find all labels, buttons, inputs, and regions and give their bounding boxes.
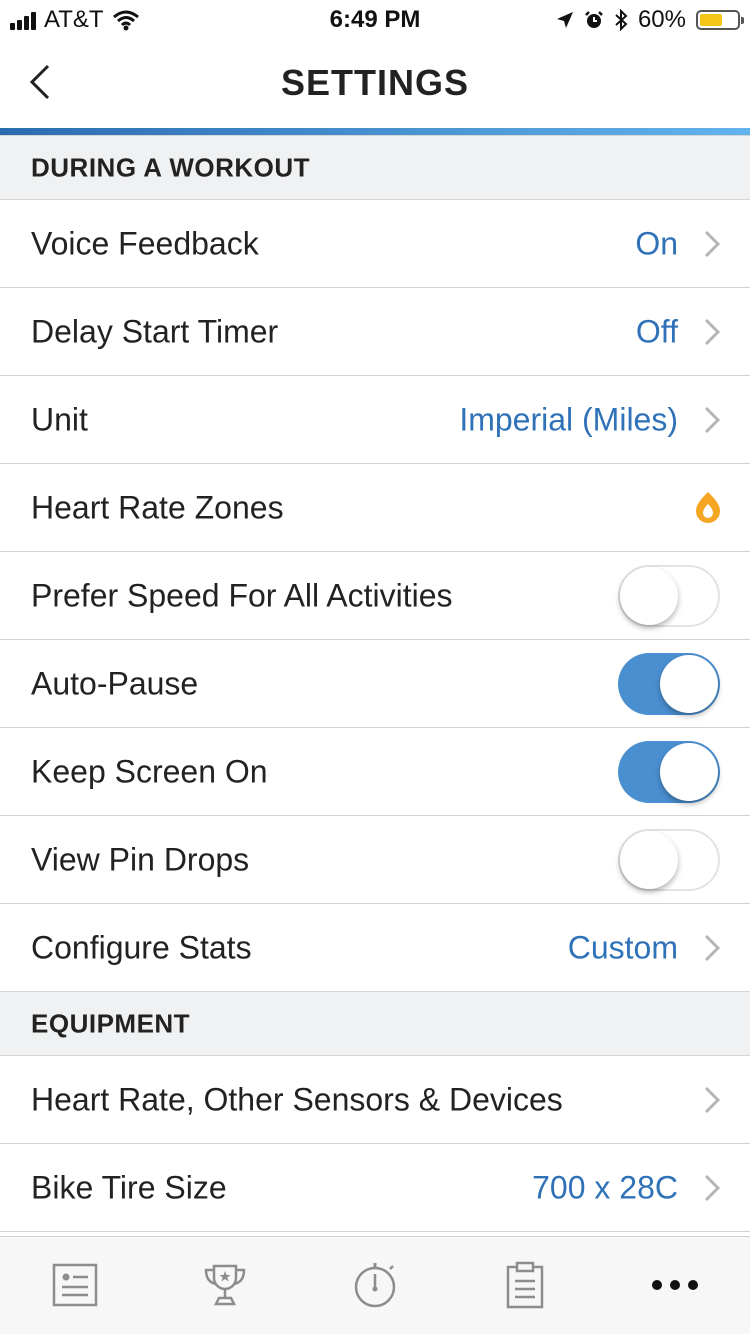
toggle-knob [660,654,718,713]
configure-stats-label: Configure Stats [31,929,252,966]
row-view-pin-drops: View Pin Drops [0,816,750,904]
alarm-icon [585,11,603,28]
chevron-right-icon [704,1174,720,1201]
heart-rate-zones-label: Heart Rate Zones [31,489,284,525]
heart-rate-zone-icon [696,491,720,523]
view-pin-drops-toggle[interactable] [618,828,720,891]
chevron-right-icon [704,318,720,345]
feed-icon [52,1263,98,1307]
section-header-workout: DURING A WORKOUT [0,135,750,200]
bike-tire-value: 700 x 28C [532,1169,678,1205]
page-title: SETTINGS [280,62,470,103]
location-icon [556,12,573,28]
clipboard-icon [506,1261,544,1309]
tab-record[interactable] [345,1255,405,1315]
chevron-right-icon [704,230,720,257]
tab-challenges[interactable] [195,1255,255,1315]
chevron-right-icon [704,1086,720,1113]
row-delay-start-timer[interactable]: Delay Start Timer Off [0,288,750,376]
voice-feedback-label: Voice Feedback [31,225,259,261]
unit-value: Imperial (Miles) [459,401,678,437]
delay-start-value: Off [635,313,678,349]
more-icon [652,1280,698,1290]
section-title-workout: DURING A WORKOUT [31,152,311,182]
prefer-speed-toggle[interactable] [618,564,720,627]
header-accent-line [0,128,750,135]
sensors-devices-label: Heart Rate, Other Sensors & Devices [31,1081,563,1117]
chevron-right-icon [704,934,720,962]
tab-feed[interactable] [45,1255,105,1315]
row-sensors-devices[interactable]: Heart Rate, Other Sensors & Devices [0,1056,750,1144]
row-bike-tire-size[interactable]: Bike Tire Size 700 x 28C [0,1144,750,1232]
row-prefer-speed: Prefer Speed For All Activities [0,552,750,640]
section-title-equipment: EQUIPMENT [31,1008,191,1038]
row-configure-stats[interactable]: Configure Stats Custom [0,904,750,992]
tab-plans[interactable] [495,1255,555,1315]
section-header-equipment: EQUIPMENT [0,991,750,1056]
status-bar: AT&T 6:49 PM 60% [0,0,750,40]
row-voice-feedback[interactable]: Voice Feedback On [0,200,750,288]
delay-start-label: Delay Start Timer [31,313,279,349]
prefer-speed-label: Prefer Speed For All Activities [31,577,453,613]
keep-screen-on-label: Keep Screen On [31,753,268,789]
row-keep-screen-on: Keep Screen On [0,728,750,816]
status-right: 60% [556,6,744,34]
auto-pause-toggle[interactable] [618,652,720,715]
row-heart-rate-zones[interactable]: Heart Rate Zones [0,464,750,552]
voice-feedback-value: On [635,225,678,261]
view-pin-drops-label: View Pin Drops [31,841,250,877]
configure-stats-value: Custom [567,929,678,966]
battery-percent: 60% [637,6,686,33]
toggle-knob [620,566,678,625]
tab-more[interactable] [645,1255,705,1315]
tab-bar [0,1236,750,1334]
chevron-right-icon [704,406,720,433]
bike-tire-label: Bike Tire Size [31,1169,227,1205]
row-unit[interactable]: Unit Imperial (Miles) [0,376,750,464]
unit-label: Unit [31,401,88,437]
row-auto-pause: Auto-Pause [0,640,750,728]
stopwatch-icon [354,1263,396,1308]
trophy-icon [204,1264,246,1306]
toggle-knob [660,742,718,801]
battery-level-fill [700,14,722,26]
battery-icon [696,10,744,30]
auto-pause-label: Auto-Pause [31,665,199,701]
toggle-knob [620,830,678,889]
bluetooth-icon [615,9,628,31]
navigation-bar: SETTINGS [0,40,750,128]
keep-screen-on-toggle[interactable] [618,740,720,803]
